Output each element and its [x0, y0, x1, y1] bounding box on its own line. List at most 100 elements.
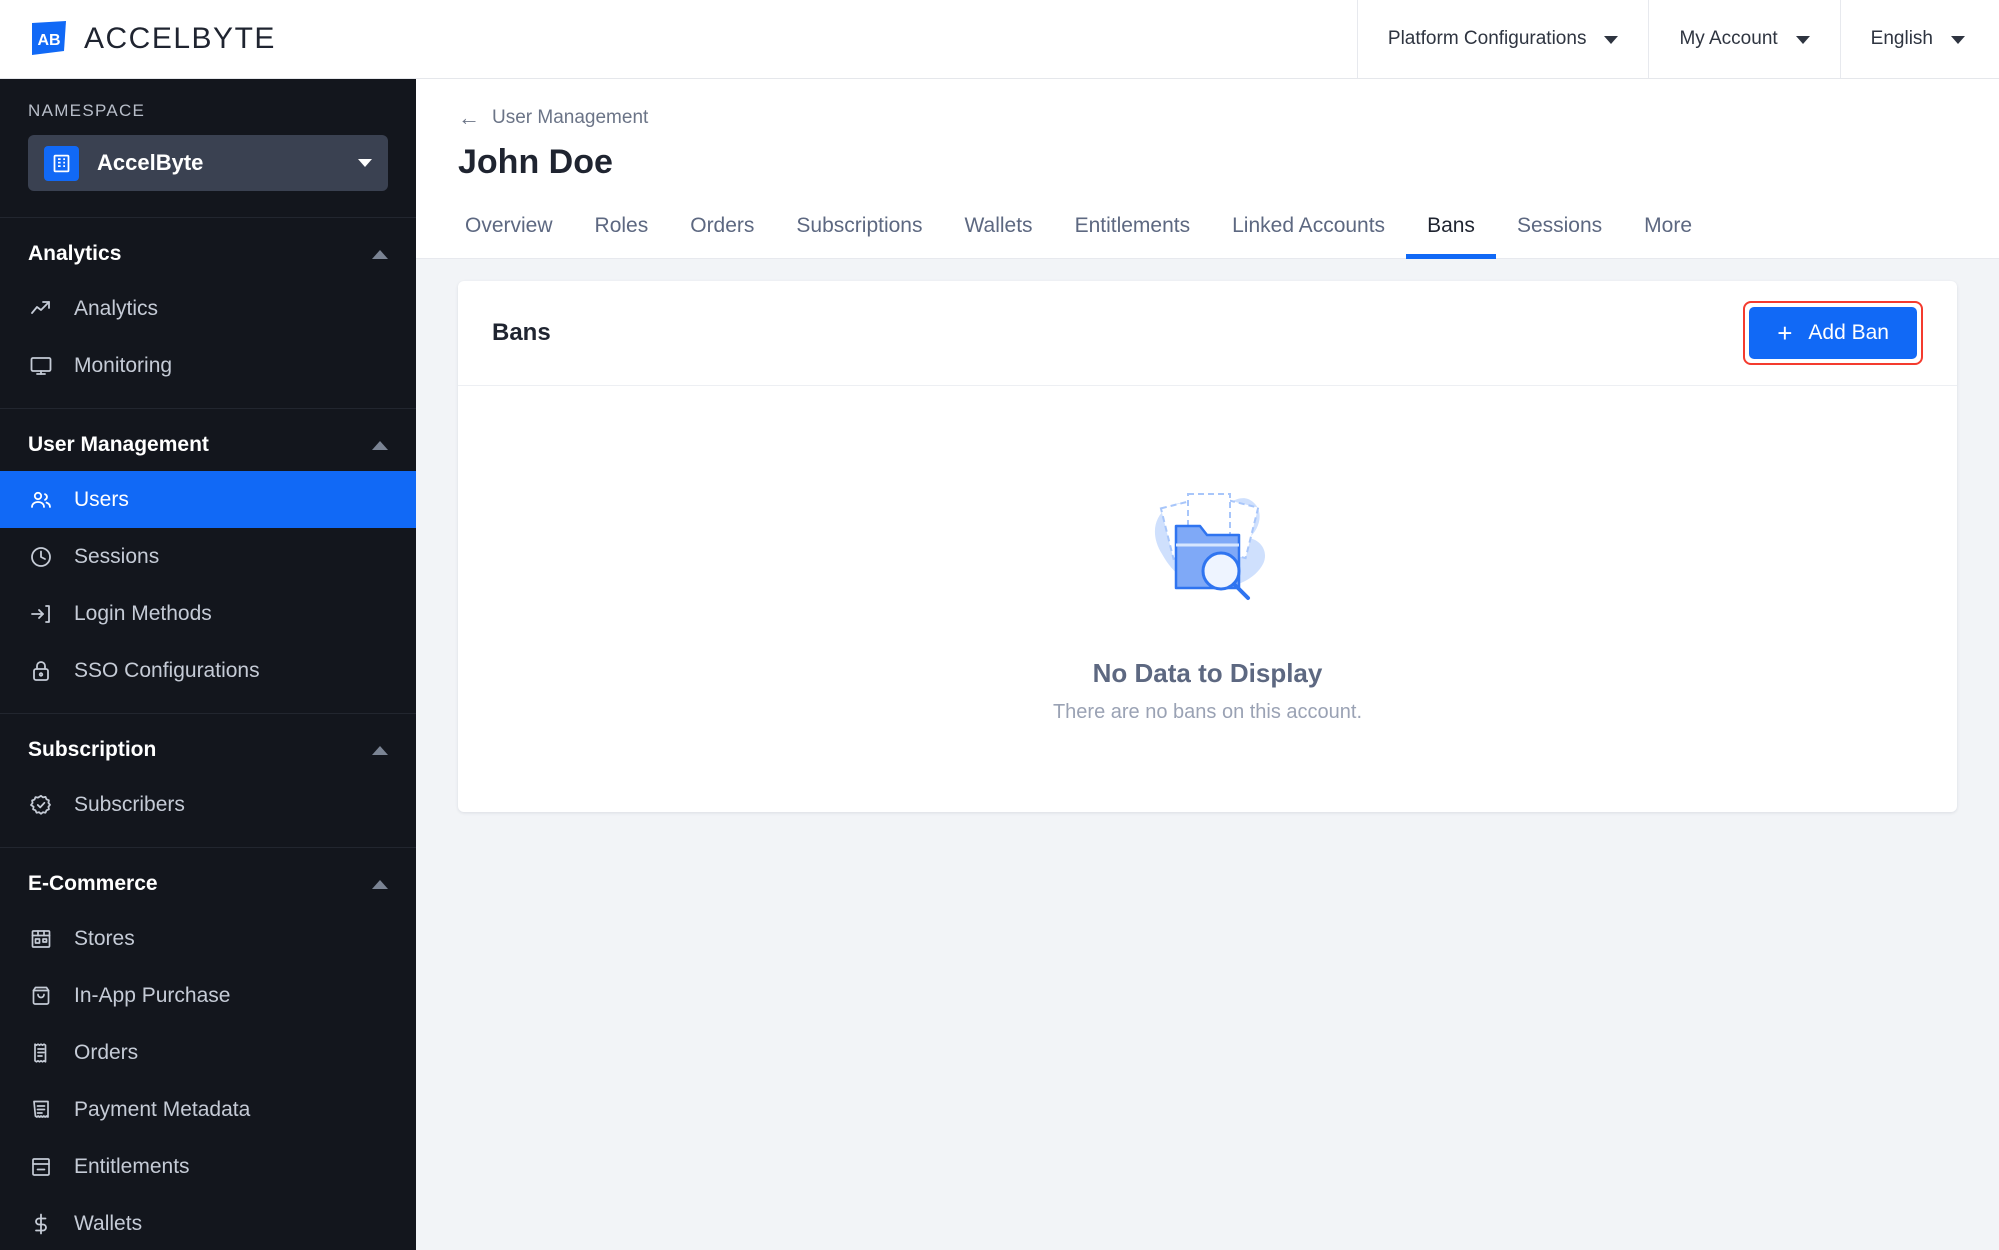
badge-check-icon — [28, 792, 54, 818]
chevron-up-icon — [372, 440, 388, 450]
tab-label: Orders — [690, 214, 755, 237]
store-icon — [28, 926, 54, 952]
sidebar-item-label: Analytics — [74, 296, 159, 320]
tab-orders[interactable]: Orders — [669, 204, 775, 258]
tab-label: Overview — [465, 214, 553, 237]
tab-label: Subscriptions — [796, 214, 923, 237]
sidebar-section-title: Analytics — [28, 242, 122, 265]
tab-label: Linked Accounts — [1232, 214, 1386, 237]
sidebar-item-login-methods[interactable]: Login Methods — [0, 585, 416, 642]
sidebar-item-label: SSO Configurations — [74, 658, 260, 682]
sidebar-item-label: Payment Metadata — [74, 1097, 251, 1121]
content-area: Bans + Add Ban No Data to Display There … — [416, 259, 1999, 1250]
trend-up-icon — [28, 296, 54, 322]
tab-more[interactable]: More — [1623, 204, 1713, 258]
card-title: Bans — [492, 319, 551, 346]
chevron-up-icon — [372, 745, 388, 755]
sidebar-section-title: E-Commerce — [28, 872, 158, 895]
no-data-folder-search-icon — [1120, 458, 1295, 638]
sidebar-item-label: In-App Purchase — [74, 983, 231, 1007]
monitor-icon — [28, 353, 54, 379]
sidebar-section-header-user-management[interactable]: User Management — [0, 409, 416, 471]
sidebar-section-header-ecommerce[interactable]: E-Commerce — [0, 848, 416, 910]
tab-entitlements[interactable]: Entitlements — [1054, 204, 1212, 258]
add-ban-button[interactable]: + Add Ban — [1749, 307, 1917, 359]
sidebar-item-sessions[interactable]: Sessions — [0, 528, 416, 585]
bans-card-header: Bans + Add Ban — [458, 281, 1957, 386]
namespace-value: AccelByte — [97, 150, 204, 175]
add-ban-button-label: Add Ban — [1808, 321, 1889, 344]
sidebar-section-header-analytics[interactable]: Analytics — [0, 218, 416, 280]
breadcrumb-label: User Management — [492, 107, 649, 128]
bans-card: Bans + Add Ban No Data to Display There … — [458, 281, 1957, 812]
page-title: John Doe — [458, 143, 613, 181]
namespace-selector[interactable]: AccelByte — [28, 135, 388, 191]
tab-wallets[interactable]: Wallets — [943, 204, 1053, 258]
sidebar-item-label: Monitoring — [74, 353, 173, 377]
tab-bans[interactable]: Bans — [1406, 204, 1496, 259]
sidebar-item-sso-configurations[interactable]: SSO Configurations — [0, 642, 416, 699]
sidebar-item-label: Sessions — [74, 544, 160, 568]
back-arrow-icon: ← — [458, 105, 480, 130]
menu-my-account[interactable]: My Account — [1648, 0, 1839, 78]
breadcrumb[interactable]: ← User Management — [458, 107, 1957, 129]
tab-overview[interactable]: Overview — [444, 204, 574, 258]
sidebar-item-label: Login Methods — [74, 601, 212, 625]
menu-platform-configurations-label: Platform Configurations — [1387, 28, 1587, 49]
empty-state-subtitle: There are no bans on this account. — [1052, 701, 1363, 723]
sidebar-item-wallets[interactable]: Wallets — [0, 1195, 416, 1250]
empty-state-title: No Data to Display — [1092, 658, 1323, 688]
archive-icon — [28, 1154, 54, 1180]
sidebar-item-orders[interactable]: Orders — [0, 1024, 416, 1081]
clock-icon — [28, 544, 54, 570]
brand-logo[interactable]: AB ACCELBYTE — [0, 0, 416, 78]
tab-bar: Overview Roles Orders Subscriptions Wall… — [416, 204, 1999, 259]
menu-language[interactable]: English — [1839, 0, 1999, 78]
tab-label: Sessions — [1516, 214, 1603, 237]
menu-platform-configurations[interactable]: Platform Configurations — [1356, 0, 1649, 78]
sidebar-item-label: Wallets — [74, 1211, 143, 1235]
sidebar-item-payment-metadata[interactable]: Payment Metadata — [0, 1081, 416, 1138]
sidebar-item-monitoring[interactable]: Monitoring — [0, 337, 416, 394]
tab-roles[interactable]: Roles — [574, 204, 670, 258]
sidebar-item-in-app-purchase[interactable]: In-App Purchase — [0, 967, 416, 1024]
sidebar-item-analytics[interactable]: Analytics — [0, 280, 416, 337]
sidebar: NAMESPACE AccelByte Analytics Analytics … — [0, 79, 416, 1250]
plus-icon: + — [1777, 318, 1793, 348]
namespace-block: NAMESPACE AccelByte — [0, 79, 416, 218]
tab-linked-accounts[interactable]: Linked Accounts — [1211, 204, 1406, 258]
tab-label: Bans — [1427, 214, 1475, 237]
sidebar-section-title: User Management — [28, 433, 209, 456]
chevron-up-icon — [372, 879, 388, 889]
menu-language-label: English — [1870, 28, 1933, 49]
sidebar-section-header-subscription[interactable]: Subscription — [0, 714, 416, 776]
page-header: ← User Management John Doe — [416, 79, 1999, 182]
sidebar-item-label: Orders — [74, 1040, 139, 1064]
brand-name: ACCELBYTE — [84, 22, 276, 56]
chevron-down-icon — [1951, 36, 1965, 44]
sidebar-item-subscribers[interactable]: Subscribers — [0, 776, 416, 833]
brand-name-right: BYTE — [191, 22, 276, 55]
empty-state: No Data to Display There are no bans on … — [458, 386, 1957, 812]
sidebar-item-label: Entitlements — [74, 1154, 190, 1178]
sidebar-item-stores[interactable]: Stores — [0, 910, 416, 967]
tab-label: Roles — [594, 214, 649, 237]
tab-subscriptions[interactable]: Subscriptions — [775, 204, 943, 258]
tab-sessions[interactable]: Sessions — [1496, 204, 1623, 258]
tab-label: More — [1644, 214, 1693, 237]
sidebar-item-users[interactable]: Users — [0, 471, 416, 528]
dollar-icon — [28, 1211, 54, 1237]
login-arrow-icon — [28, 601, 54, 627]
sidebar-section-ecommerce: E-Commerce Stores In-App Purchase Orders… — [0, 848, 416, 1250]
add-ban-highlight: + Add Ban — [1743, 301, 1923, 365]
top-header-bar: AB ACCELBYTE Platform Configurations My … — [0, 0, 1999, 79]
chevron-down-icon — [1604, 36, 1619, 44]
sidebar-item-label: Stores — [74, 926, 135, 950]
sidebar-item-entitlements[interactable]: Entitlements — [0, 1138, 416, 1195]
building-icon — [44, 145, 79, 181]
shopping-bag-icon — [28, 983, 54, 1009]
namespace-label: NAMESPACE — [28, 101, 146, 120]
menu-my-account-label: My Account — [1679, 28, 1778, 49]
sidebar-section-title: Subscription — [28, 738, 157, 761]
